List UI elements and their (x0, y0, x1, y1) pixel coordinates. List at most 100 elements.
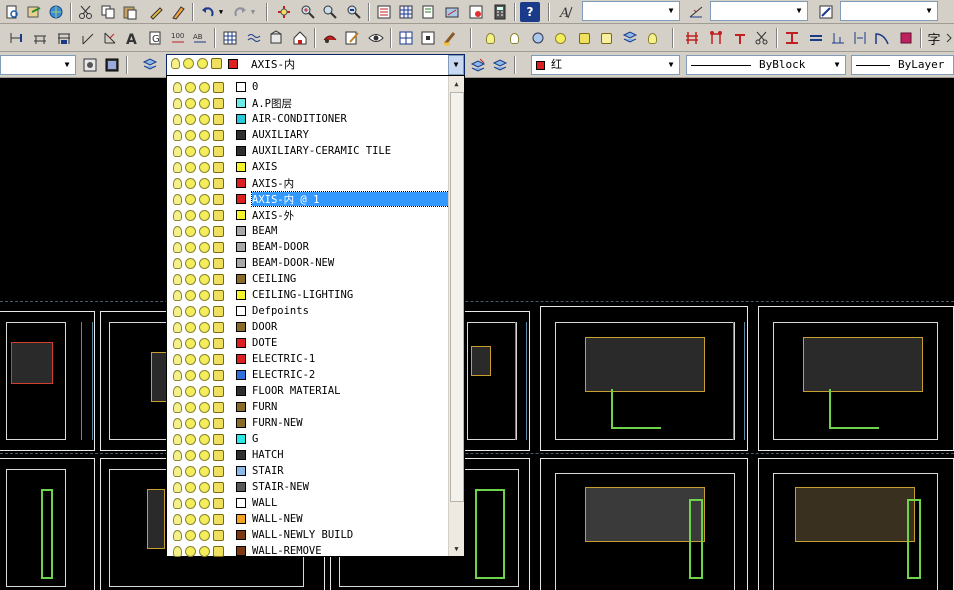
layer-list-scrollbar[interactable]: ▲ ▼ (448, 76, 464, 556)
layer-vp-thaw-icon[interactable] (199, 497, 210, 509)
layer-list-item[interactable]: A.P图层 (167, 95, 449, 111)
layer-thaw-icon[interactable] (185, 401, 196, 413)
layer-on-icon[interactable] (173, 241, 182, 253)
layer-list-item[interactable]: AUXILIARY (167, 127, 449, 143)
layer-thaw-icon[interactable] (185, 97, 196, 109)
layer-thaw-icon[interactable] (185, 193, 196, 205)
layer-on-icon[interactable] (173, 81, 182, 93)
layer-thaw-icon[interactable] (185, 257, 196, 269)
layer-list-item[interactable]: AXIS-内 (167, 175, 449, 191)
layer-on-icon[interactable] (173, 481, 182, 493)
layer-vp-thaw-icon[interactable] (199, 321, 210, 333)
tool-palettes-icon[interactable] (418, 2, 438, 22)
layer-vp-thaw-icon[interactable] (199, 305, 210, 317)
layer-vp-thaw-icon[interactable] (199, 529, 210, 541)
layer-color-swatch[interactable] (236, 306, 246, 316)
color-combo[interactable]: 红 ▼ (531, 55, 680, 75)
layer-on-icon[interactable] (173, 177, 182, 189)
layer-color-swatch[interactable] (236, 258, 246, 268)
hatch-icon[interactable] (220, 28, 240, 48)
layer-thaw-icon[interactable] (185, 497, 196, 509)
layer-list-item[interactable]: G (167, 431, 449, 447)
layer-thaw-icon[interactable] (185, 545, 196, 557)
layer-thaw-icon[interactable] (185, 241, 196, 253)
dim-center-icon[interactable] (850, 28, 870, 48)
layer-lock-icon[interactable] (213, 273, 224, 285)
layer-lock-icon[interactable] (213, 257, 224, 269)
layout-sheet[interactable] (0, 311, 95, 451)
layer-color-swatch[interactable] (236, 466, 246, 476)
web-icon[interactable] (46, 2, 66, 22)
layer-color-swatch[interactable] (236, 514, 246, 524)
layer-lock-icon[interactable] (213, 129, 224, 141)
layer-vp-thaw-icon[interactable] (199, 113, 210, 125)
layer-on-icon[interactable] (173, 225, 182, 237)
layer-on-icon[interactable] (173, 289, 182, 301)
layer-list-item[interactable]: AXIS-外 (167, 207, 449, 223)
layer-lock-icon[interactable] (213, 417, 224, 429)
layer-list-item[interactable]: WALL-REMOVE (167, 543, 449, 559)
redo-icon[interactable] (230, 2, 250, 22)
scroll-up-icon[interactable]: ▲ (449, 76, 464, 91)
layout-sheet[interactable] (540, 306, 748, 451)
layout-sheet[interactable] (758, 458, 954, 590)
layer-on-icon[interactable] (173, 369, 182, 381)
layer-list-item[interactable]: ELECTRIC-1 (167, 351, 449, 367)
layer-on-icon[interactable] (173, 465, 182, 477)
layer-color-swatch[interactable] (236, 546, 246, 556)
layer-list-item[interactable]: BEAM-DOOR (167, 239, 449, 255)
layer-lock-icon[interactable] (213, 321, 224, 333)
layer-vp-thaw-icon[interactable] (199, 289, 210, 301)
layer-lock-icon[interactable] (213, 161, 224, 173)
layer-list-item[interactable]: ELECTRIC-2 (167, 367, 449, 383)
insert-block-icon[interactable] (290, 28, 310, 48)
layer-list-item[interactable]: WALL (167, 495, 449, 511)
layer-thaw-icon[interactable] (185, 289, 196, 301)
layer-lock-icon[interactable] (213, 289, 224, 301)
layer-vp-thaw-icon[interactable] (199, 225, 210, 237)
layer-list-item[interactable]: AUXILIARY-CERAMIC TILE (167, 143, 449, 159)
layer-list-item[interactable]: DOTE (167, 335, 449, 351)
layer-lock-icon[interactable] (213, 401, 224, 413)
layer-thaw-icon[interactable] (185, 145, 196, 157)
layer-off-icon[interactable] (504, 28, 524, 48)
layer-vp-thaw-icon[interactable] (199, 337, 210, 349)
region-icon[interactable] (418, 28, 438, 48)
layer-color-swatch[interactable] (236, 114, 246, 124)
dim-baseline-icon[interactable] (54, 28, 74, 48)
layer-on-icon[interactable] (173, 145, 182, 157)
layer-combo[interactable]: AXIS-内 ▼ (166, 54, 465, 76)
layer-lock-icon[interactable] (213, 465, 224, 477)
drawing-canvas[interactable] (0, 78, 954, 590)
layer-list-item[interactable]: STAIR (167, 463, 449, 479)
dim-aligned-icon[interactable] (30, 28, 50, 48)
make-object-layer-current-icon[interactable] (468, 55, 488, 75)
layer-dropdown-list[interactable]: 0 A.P图层 AIR-CONDITIONER AUXILIARY AUXILIARY-… (166, 75, 465, 557)
table-style-icon[interactable] (816, 2, 836, 22)
layer-thaw-icon[interactable] (185, 465, 196, 477)
lineweight-combo[interactable]: ByLayer (851, 55, 954, 75)
layer-walk-icon[interactable] (642, 28, 662, 48)
layer-dropdown-arrow-icon[interactable]: ▼ (448, 55, 464, 75)
layer-color-swatch[interactable] (236, 98, 246, 108)
layer-on-icon[interactable] (173, 497, 182, 509)
layer-color-swatch[interactable] (236, 290, 246, 300)
layer-thaw-icon[interactable] (185, 353, 196, 365)
layer-unlock-icon[interactable] (596, 28, 616, 48)
workspace-settings-icon[interactable] (80, 55, 100, 75)
publish-icon[interactable] (24, 2, 44, 22)
layer-on-icon[interactable] (173, 209, 182, 221)
dim-linear-icon[interactable] (6, 28, 26, 48)
layer-lock-icon[interactable] (213, 305, 224, 317)
dim-update-icon[interactable]: AB (190, 28, 210, 48)
layer-lock-icon[interactable] (213, 145, 224, 157)
layer-color-swatch[interactable] (236, 146, 246, 156)
edit-pen-icon[interactable] (342, 28, 362, 48)
layer-color-swatch[interactable] (236, 482, 246, 492)
layer-vp-thaw-icon[interactable] (199, 161, 210, 173)
layer-thaw-icon[interactable] (185, 81, 196, 93)
layer-thaw-icon[interactable] (185, 225, 196, 237)
layer-lock-icon[interactable] (213, 241, 224, 253)
layer-lock-icon[interactable] (213, 513, 224, 525)
layout-sheet[interactable] (0, 458, 95, 590)
